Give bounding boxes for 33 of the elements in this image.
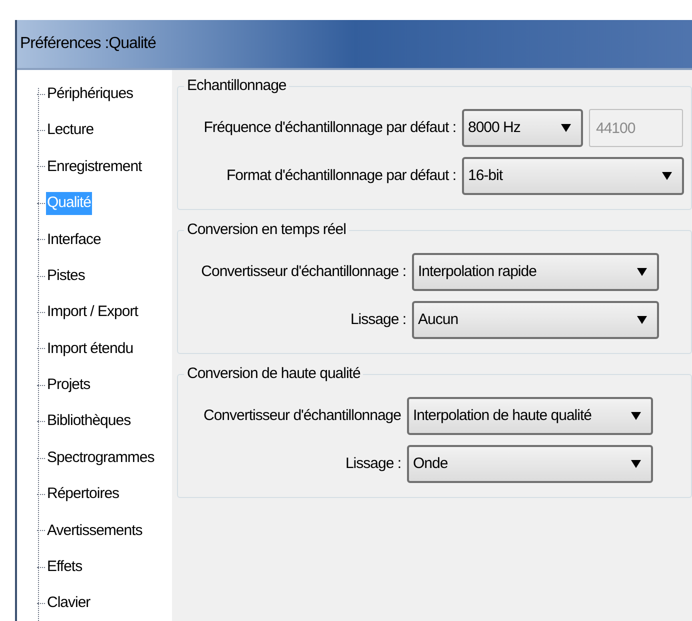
field-label: Convertisseur d'échantillonnage [202,406,401,426]
field-label: Lissage : [349,310,406,330]
caret-icon [561,124,571,132]
tree-item[interactable]: Avertissements [46,520,144,542]
caret-icon [637,316,647,324]
dropdown[interactable]: Onde [407,445,653,483]
dropdown[interactable]: Aucun [412,301,659,339]
caret-icon [631,460,641,468]
caret-icon [662,172,672,180]
field-label: Lissage : [344,454,401,474]
tree-item[interactable]: Clavier [46,592,92,615]
field-label: Fréquence d'échantillonnage par défaut : [202,118,456,138]
field-label: Format d'échantillonnage par défaut : [225,166,456,186]
caret-icon [637,268,647,276]
tree-item[interactable]: Interface [46,228,102,251]
dropdown[interactable]: Interpolation rapide [412,253,659,291]
dropdown[interactable]: 16-bit [462,157,684,195]
tree-item[interactable]: Effets [46,556,84,579]
tree-item[interactable]: Périphériques [46,82,134,106]
tree-item[interactable]: Import / Export [46,301,139,324]
caret-icon [631,412,641,420]
tree-item[interactable]: Lecture [46,119,95,142]
field-label: Convertisseur d'échantillonnage : [200,262,406,282]
tree-item[interactable]: Enregistrement [46,156,143,178]
tree-item[interactable]: Répertoires [46,483,120,506]
tree-item[interactable]: Projets [46,374,92,397]
tree-item[interactable]: Spectrogrammes [46,446,156,470]
tree-item[interactable]: Pistes [46,264,86,288]
tree-item[interactable]: Bibliothèques [46,410,132,433]
window-title: Préférences :Qualité [20,34,156,54]
tree-item[interactable]: Import étendu [46,338,134,360]
dropdown[interactable]: Interpolation de haute qualité [407,397,653,435]
dropdown[interactable]: 8000 Hz [462,109,583,147]
